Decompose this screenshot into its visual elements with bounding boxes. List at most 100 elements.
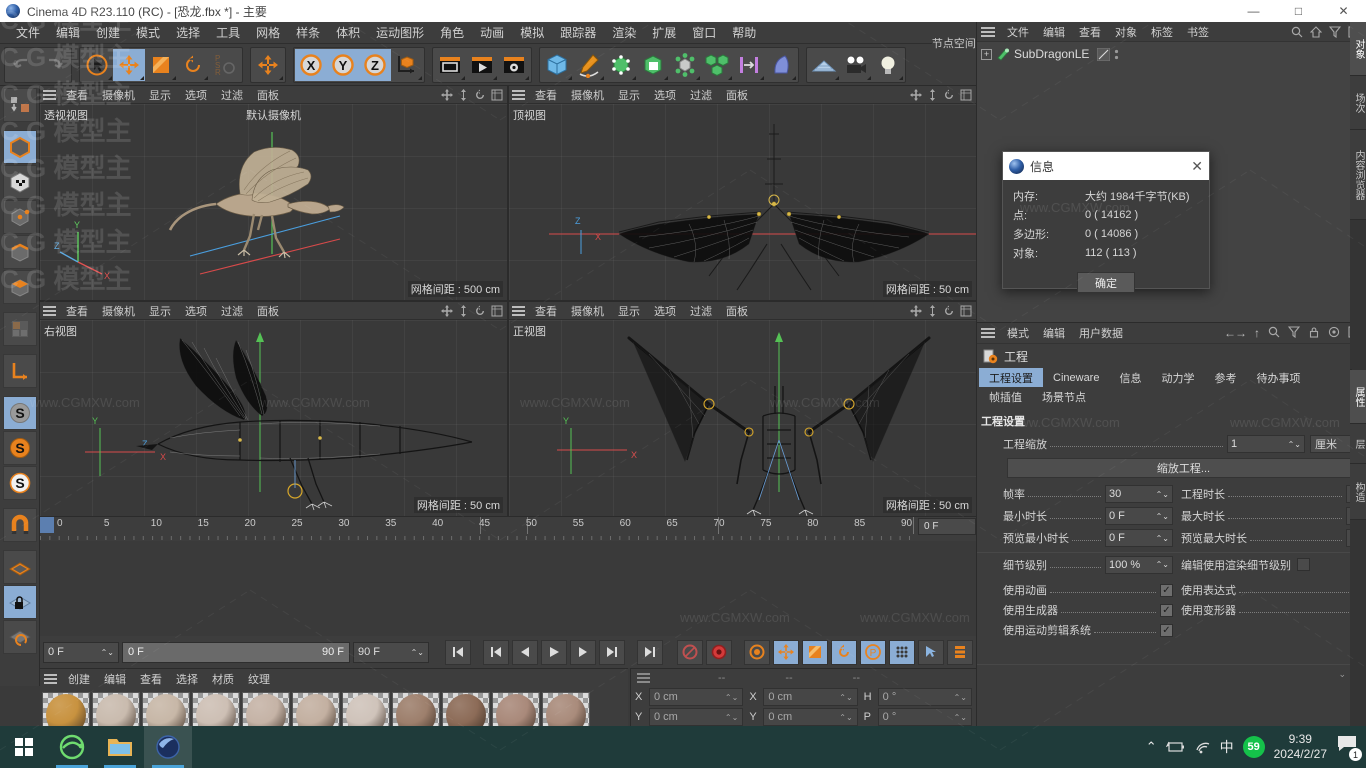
model-mode-icon[interactable]: [2, 130, 37, 164]
tab-参考[interactable]: 参考: [1204, 368, 1246, 387]
viewport-3-menu-4[interactable]: 过滤: [683, 303, 719, 319]
check-box[interactable]: ✓: [1160, 603, 1173, 617]
menu-item-4[interactable]: 选择: [168, 22, 208, 44]
attribute-menu-1[interactable]: 编辑: [1036, 325, 1072, 341]
vtab-structure[interactable]: 构造: [1350, 464, 1366, 520]
key-position-button[interactable]: [773, 639, 799, 665]
timeline-track[interactable]: 0 5 10 15 20 25 30 35 40 45 50 55 60 65 70 75 80 85 90: [40, 517, 914, 534]
viewport-0-menu-2[interactable]: 显示: [142, 87, 178, 103]
viewport-0-menu-0[interactable]: 查看: [59, 87, 95, 103]
menu-item-17[interactable]: 帮助: [724, 22, 764, 44]
quantize-icon[interactable]: S: [2, 466, 37, 500]
viewport-0-menu-4[interactable]: 过滤: [214, 87, 250, 103]
vtab-content-browser[interactable]: 内容浏览器: [1350, 130, 1366, 220]
end-frame-field[interactable]: 90 F ⌃⌄: [353, 641, 429, 663]
maximize-button[interactable]: □: [1276, 0, 1321, 22]
info-dialog-ok-button[interactable]: 确定: [1077, 272, 1135, 293]
point-mode-icon[interactable]: [2, 200, 37, 234]
menu-item-11[interactable]: 动画: [472, 22, 512, 44]
menu-item-10[interactable]: 角色: [432, 22, 472, 44]
object-menu-0[interactable]: 文件: [1000, 24, 1036, 40]
panel-scroll-down-icon[interactable]: ⌄: [1338, 669, 1346, 680]
viewport-0-nav-icons[interactable]: [441, 88, 507, 101]
position-input[interactable]: 0 cm⌃⌄: [649, 708, 744, 726]
generator-button[interactable]: [669, 48, 701, 81]
check-box[interactable]: ✓: [1160, 583, 1173, 597]
viewport-menu-icon[interactable]: [43, 305, 56, 316]
expand-icon[interactable]: +: [981, 48, 992, 60]
object-menu-5[interactable]: 书签: [1180, 24, 1216, 40]
attribute-menu-icon[interactable]: [981, 328, 995, 338]
psr-tool-button[interactable]: PSR: [209, 48, 241, 81]
viewport-1-menu-0[interactable]: 查看: [528, 87, 564, 103]
viewport-0-menu-3[interactable]: 选项: [178, 87, 214, 103]
battery-icon[interactable]: [1165, 740, 1186, 754]
viewport-perspective[interactable]: 查看 摄像机 显示 选项 过滤 面板 Y X Z 透视视图 默认摄像机 网格间距…: [40, 86, 507, 300]
undo-button[interactable]: [6, 48, 38, 81]
lock-workplane-icon[interactable]: [2, 585, 37, 619]
x-axis-button[interactable]: X: [295, 48, 327, 81]
material-menu-1[interactable]: 编辑: [97, 671, 133, 687]
key-parameter-button[interactable]: P: [860, 639, 886, 665]
info-dialog-close-icon[interactable]: ✕: [1191, 159, 1203, 173]
step-forward-button[interactable]: [570, 639, 596, 665]
viewport-2-menu-0[interactable]: 查看: [59, 303, 95, 319]
notification-center-icon[interactable]: 1: [1336, 735, 1362, 761]
material-menu-3[interactable]: 选择: [169, 671, 205, 687]
keyframe-selection-button[interactable]: [744, 639, 770, 665]
current-frame-field[interactable]: 0 F ⌃⌄: [43, 641, 119, 663]
viewport-2-menu-4[interactable]: 过滤: [214, 303, 250, 319]
menu-item-6[interactable]: 网格: [248, 22, 288, 44]
info-dialog[interactable]: 信息 ✕ 内存: 大约 1984千字节(KB) 点: 0 ( 14162 ) 多边形: 0…: [1002, 151, 1210, 293]
key-rotation-button[interactable]: [831, 639, 857, 665]
z-axis-button[interactable]: Z: [359, 48, 391, 81]
size-input[interactable]: 0 cm⌃⌄: [763, 708, 858, 726]
nurbs-surface-button[interactable]: [765, 48, 797, 81]
taskbar-explorer-icon[interactable]: [96, 726, 144, 768]
object-menu-2[interactable]: 查看: [1072, 24, 1108, 40]
render-view-button[interactable]: [434, 48, 466, 81]
material-menu-5[interactable]: 纹理: [241, 671, 277, 687]
tray-expand-icon[interactable]: ⌃: [1146, 739, 1157, 755]
autokeying-button[interactable]: [706, 639, 732, 665]
world-coordinate-button[interactable]: [391, 48, 423, 81]
object-menu-4[interactable]: 标签: [1144, 24, 1180, 40]
visibility-dots-icon[interactable]: [1097, 47, 1111, 61]
menu-item-5[interactable]: 工具: [208, 22, 248, 44]
vtab-object[interactable]: 对象: [1350, 22, 1366, 76]
viewport-2-menu-5[interactable]: 面板: [250, 303, 286, 319]
rotate-tool-button[interactable]: [177, 48, 209, 81]
render-settings-button[interactable]: [498, 48, 530, 81]
vtab-take[interactable]: 场次: [1350, 76, 1366, 130]
level-of-detail-button[interactable]: [947, 639, 973, 665]
lod-render-checkbox[interactable]: ✓: [1297, 558, 1310, 571]
redo-button[interactable]: [38, 48, 70, 81]
viewport-0-body[interactable]: Y X Z 透视视图 默认摄像机 网格间距: 500 cm: [40, 104, 507, 300]
play-button[interactable]: [541, 639, 567, 665]
viewport-3-menu-5[interactable]: 面板: [719, 303, 755, 319]
object-row-subdragonle[interactable]: + SubDragonLE: [977, 45, 1366, 63]
rotation-input[interactable]: 0 °⌃⌄: [877, 688, 972, 706]
viewport-1-menu-1[interactable]: 摄像机: [564, 87, 611, 103]
taskbar-cinema4d-icon[interactable]: [144, 726, 192, 768]
coordinates-menu-icon[interactable]: [637, 673, 650, 683]
tab-Cineware[interactable]: Cineware: [1043, 368, 1109, 387]
attribute-menu-2[interactable]: 用户数据: [1072, 325, 1130, 341]
record-active-objects-button[interactable]: [677, 639, 703, 665]
size-input[interactable]: 0 cm⌃⌄: [763, 688, 858, 706]
viewport-3-menu-2[interactable]: 显示: [611, 303, 647, 319]
viewport-2-body[interactable]: Y Z X 右视图 网格间距: 50 cm: [40, 320, 507, 516]
spline-pen-button[interactable]: [573, 48, 605, 81]
camera-button[interactable]: [840, 48, 872, 81]
enable-snap-icon[interactable]: S: [2, 431, 37, 465]
visibility-toggle-icon[interactable]: [1114, 48, 1119, 61]
attribute-manager-icons[interactable]: ←→ ↑: [1224, 326, 1366, 340]
move-tool-button[interactable]: [113, 48, 145, 81]
deformer-button[interactable]: [637, 48, 669, 81]
menu-item-7[interactable]: 样条: [288, 22, 328, 44]
viewport-1-body[interactable]: Z X 顶视图 网格间距: 50 cm: [509, 104, 976, 300]
timeline-playhead[interactable]: [40, 517, 54, 533]
material-menu-0[interactable]: 创建: [61, 671, 97, 687]
mograph-button[interactable]: [701, 48, 733, 81]
viewport-2-menu-1[interactable]: 摄像机: [95, 303, 142, 319]
